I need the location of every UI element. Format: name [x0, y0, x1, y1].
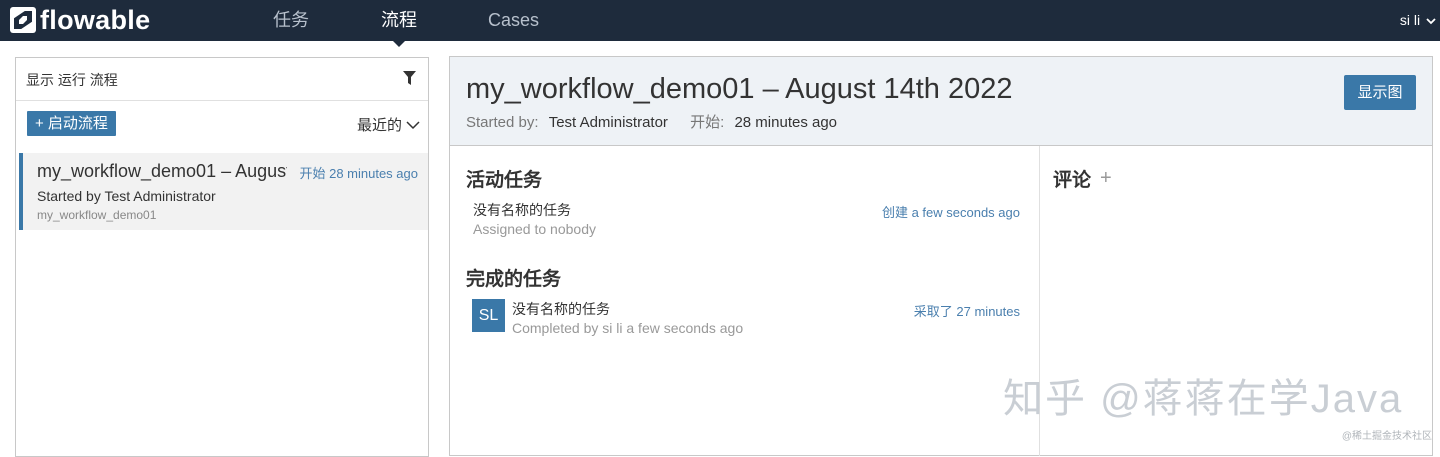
active-task-assignee: Assigned to nobody — [473, 221, 596, 237]
process-filter-bar: 显示 运行 流程 — [16, 58, 428, 101]
logo-text: flowable — [40, 4, 151, 35]
flowable-logo-icon — [10, 7, 36, 33]
sort-label: 最近的 — [356, 117, 402, 134]
watermark: 知乎 @蒋蒋在学Java — [1003, 377, 1404, 421]
completed-task-info: Completed by si li a few seconds ago — [512, 320, 744, 336]
sort-dropdown[interactable]: 最近的 — [357, 114, 420, 135]
completed-tasks-title: 完成的任务 — [466, 269, 562, 290]
user-menu[interactable]: si li — [1400, 0, 1436, 41]
active-task-name[interactable]: 没有名称的任务 — [473, 200, 571, 220]
show-diagram-button[interactable]: 显示图 — [1344, 75, 1416, 110]
process-meta: Started by: Test Administrator 开始: 28 mi… — [466, 111, 837, 132]
add-comment-button[interactable]: + — [1100, 167, 1112, 190]
flowable-logo[interactable]: flowable — [10, 4, 151, 35]
comments-title: 评论 — [1053, 170, 1092, 191]
start-value: 28 minutes ago — [734, 114, 838, 131]
process-list-item[interactable]: my_workflow_demo01 – August 14th 2022 开始… — [19, 153, 428, 230]
active-tasks-title: 活动任务 — [466, 170, 543, 191]
chevron-down-icon — [406, 120, 420, 129]
process-title: my_workflow_demo01 – August 14th 2022 — [466, 73, 1013, 105]
active-task-time: 创建 a few seconds ago — [881, 205, 1020, 220]
filter-icon[interactable] — [403, 71, 416, 86]
avatar: SL — [472, 299, 505, 332]
nav-tab-processes[interactable]: 流程 — [381, 0, 417, 41]
started-by-label: Started by: — [466, 114, 539, 131]
start-label: 开始: — [690, 114, 725, 131]
filter-label[interactable]: 显示 运行 流程 — [26, 70, 118, 90]
user-name: si li — [1399, 12, 1421, 28]
started-by-value: Test Administrator — [548, 114, 668, 131]
process-item-title: my_workflow_demo01 – August 14th 2022 — [37, 161, 287, 181]
process-item-key: my_workflow_demo01 — [37, 208, 157, 222]
start-process-button[interactable]: + 启动流程 — [27, 111, 116, 136]
completed-task-time: 采取了 27 minutes — [913, 304, 1020, 319]
process-list-panel: 显示 运行 流程 + 启动流程 最近的 my_workflow_demo01 –… — [15, 57, 429, 457]
completed-task-name[interactable]: 没有名称的任务 — [512, 299, 610, 319]
chevron-down-icon — [1426, 18, 1436, 25]
process-detail-header: my_workflow_demo01 – August 14th 2022 St… — [450, 57, 1432, 146]
nav-tab-cases[interactable]: Cases — [488, 0, 539, 41]
process-item-time: 开始 28 minutes ago — [299, 166, 418, 181]
active-tab-caret — [391, 39, 407, 47]
top-navbar: flowable 任务 流程 Cases si li — [0, 0, 1440, 41]
nav-tab-tasks[interactable]: 任务 — [273, 0, 309, 41]
process-item-started-by: Started by Test Administrator — [37, 188, 216, 204]
watermark-corner: @稀土掘金技术社区 — [1341, 431, 1432, 442]
